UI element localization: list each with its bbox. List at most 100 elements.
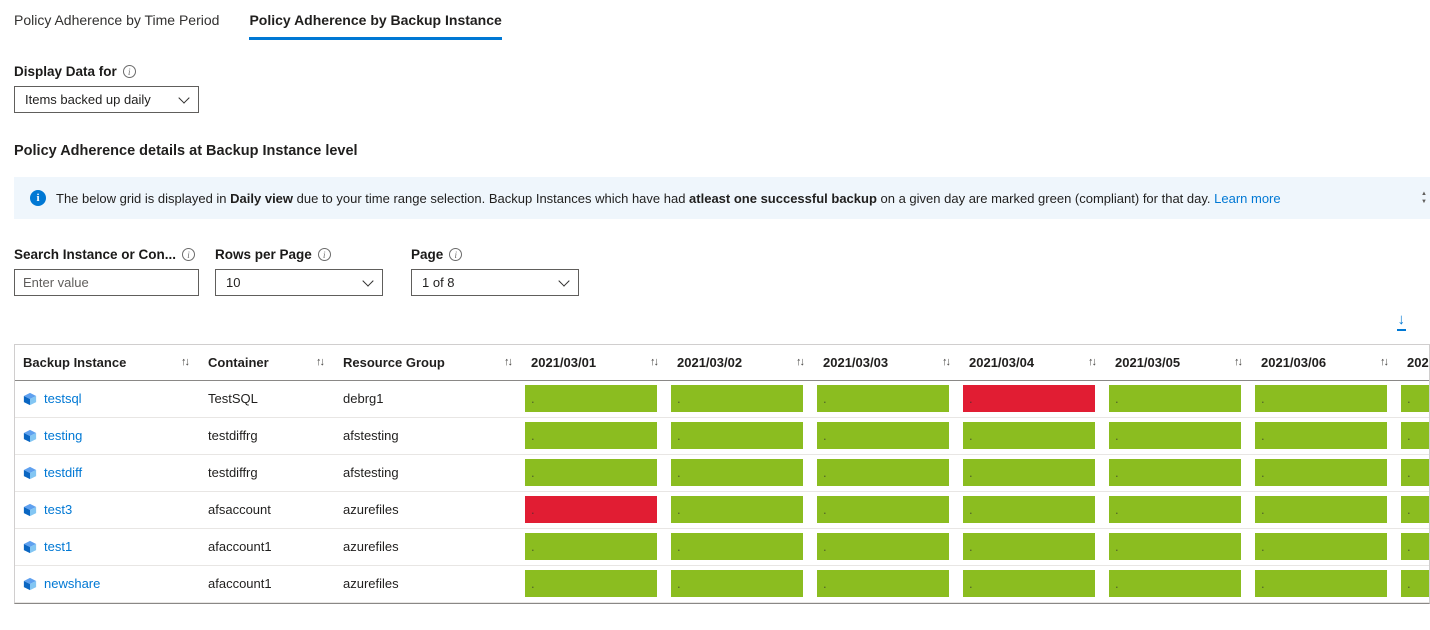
date-cell: . [1107,565,1253,603]
display-data-value: Items backed up daily [25,92,151,107]
status-dot: . [823,539,827,554]
backup-instance-icon [23,503,37,517]
info-icon[interactable]: i [122,65,136,78]
status-cell: . [1255,422,1387,449]
date-cell: . [669,565,815,603]
backup-instance-icon [23,466,37,480]
download-icon[interactable]: ↓ [1396,312,1406,331]
date-cell: . [815,565,961,603]
display-data-dropdown[interactable]: Items backed up daily [14,86,199,113]
date-cell: . [1107,380,1253,418]
learn-more-link[interactable]: Learn more [1214,191,1280,206]
status-cell: . [1401,496,1429,523]
date-cell: . [669,528,815,566]
rows-per-page-value: 10 [226,275,241,290]
col-header-resource-group[interactable]: Resource Group ↑↓ [335,345,523,381]
container-cell: testdiffrg [200,417,335,455]
tab-time-period[interactable]: Policy Adherence by Time Period [14,12,219,40]
date-cell: . [1107,528,1253,566]
status-dot: . [969,502,973,517]
rows-per-page-dropdown[interactable]: 10 [215,269,383,296]
sort-icon[interactable]: ↑↓ [504,356,515,368]
status-dot: . [1407,428,1411,443]
chevron-down-icon [178,91,190,104]
resource-group-cell: azurefiles [335,528,523,566]
col-header-container[interactable]: Container ↑↓ [200,345,335,381]
backup-instance-link[interactable]: testsql [44,391,82,406]
col-header-date-7[interactable]: 202↑↓ [1399,345,1429,381]
status-cell: . [963,422,1095,449]
backup-instance-link[interactable]: testdiff [44,465,82,480]
sort-icon[interactable]: ↑↓ [181,356,192,368]
info-icon[interactable]: i [317,248,331,261]
status-dot: . [823,428,827,443]
status-cell: . [817,459,949,486]
date-cell: . [669,417,815,455]
backup-instance-link[interactable]: test3 [44,502,72,517]
sort-icon[interactable]: ↑↓ [1380,356,1391,368]
table-row: newshare afaccount1 azurefiles ....... [15,565,1429,603]
backup-instance-link[interactable]: testing [44,428,82,443]
date-cell: . [1253,565,1399,603]
status-cell: . [671,496,803,523]
banner-text-bold: Daily view [230,190,294,206]
page-selector-group: Page i 1 of 8 [411,247,579,296]
col-header-date-2[interactable]: 2021/03/02 ↑↓ [669,345,815,381]
status-cell: . [1255,533,1387,560]
search-input[interactable] [14,269,199,296]
display-data-label: Display Data for [14,64,117,79]
date-cell: . [1253,491,1399,529]
search-label: Search Instance or Con... [14,247,177,262]
tab-backup-instance[interactable]: Policy Adherence by Backup Instance [249,12,502,40]
backup-instance-link[interactable]: test1 [44,539,72,554]
scroll-up-icon[interactable]: ▲ [1421,191,1427,197]
table-row: test1 afaccount1 azurefiles ....... [15,528,1429,566]
date-cell: . [523,491,669,529]
date-cell: . [961,380,1107,418]
status-cell: . [1255,496,1387,523]
status-dot: . [1115,539,1119,554]
sort-icon[interactable]: ↑↓ [942,356,953,368]
sort-icon[interactable]: ↑↓ [796,356,807,368]
scroll-down-icon[interactable]: ▼ [1421,199,1427,205]
status-cell: . [525,459,657,486]
date-cell: . [523,565,669,603]
col-header-date-1[interactable]: 2021/03/01 ↑↓ [523,345,669,381]
date-cell: . [1399,417,1429,455]
status-dot: . [1407,576,1411,591]
col-header-date-4[interactable]: 2021/03/04 ↑↓ [961,345,1107,381]
status-cell: . [525,496,657,523]
status-dot: . [969,465,973,480]
display-data-section: Display Data for i Items backed up daily [14,64,1430,113]
status-dot: . [531,428,535,443]
date-cell: . [669,454,815,492]
col-header-date-3[interactable]: 2021/03/03 ↑↓ [815,345,961,381]
date-cell: . [1399,565,1429,603]
status-dot: . [1261,576,1265,591]
container-cell: afaccount1 [200,565,335,603]
col-header-date-6[interactable]: 2021/03/06 ↑↓ [1253,345,1399,381]
date-cell: . [1399,380,1429,418]
status-cell: . [1109,570,1241,597]
col-header-backup-instance[interactable]: Backup Instance ↑↓ [15,345,200,381]
sort-icon[interactable]: ↑↓ [316,356,327,368]
date-cell: . [1107,491,1253,529]
col-header-date-5[interactable]: 2021/03/05 ↑↓ [1107,345,1253,381]
info-icon[interactable]: i [449,248,463,261]
sort-icon[interactable]: ↑↓ [1234,356,1245,368]
info-icon[interactable]: i [182,248,196,261]
status-dot: . [677,502,681,517]
status-cell: . [963,496,1095,523]
rows-per-page-label-row: Rows per Page i [215,247,383,262]
status-dot: . [531,576,535,591]
status-cell: . [525,570,657,597]
policy-adherence-page: Policy Adherence by Time Period Policy A… [0,12,1430,604]
banner-scrollbar[interactable]: ▲ ▼ [1421,191,1427,205]
sort-icon[interactable]: ↑↓ [650,356,661,368]
date-cell: . [1253,380,1399,418]
backup-instance-link[interactable]: newshare [44,576,100,591]
sort-icon[interactable]: ↑↓ [1088,356,1099,368]
status-dot: . [823,465,827,480]
date-cell: . [815,491,961,529]
page-dropdown[interactable]: 1 of 8 [411,269,579,296]
